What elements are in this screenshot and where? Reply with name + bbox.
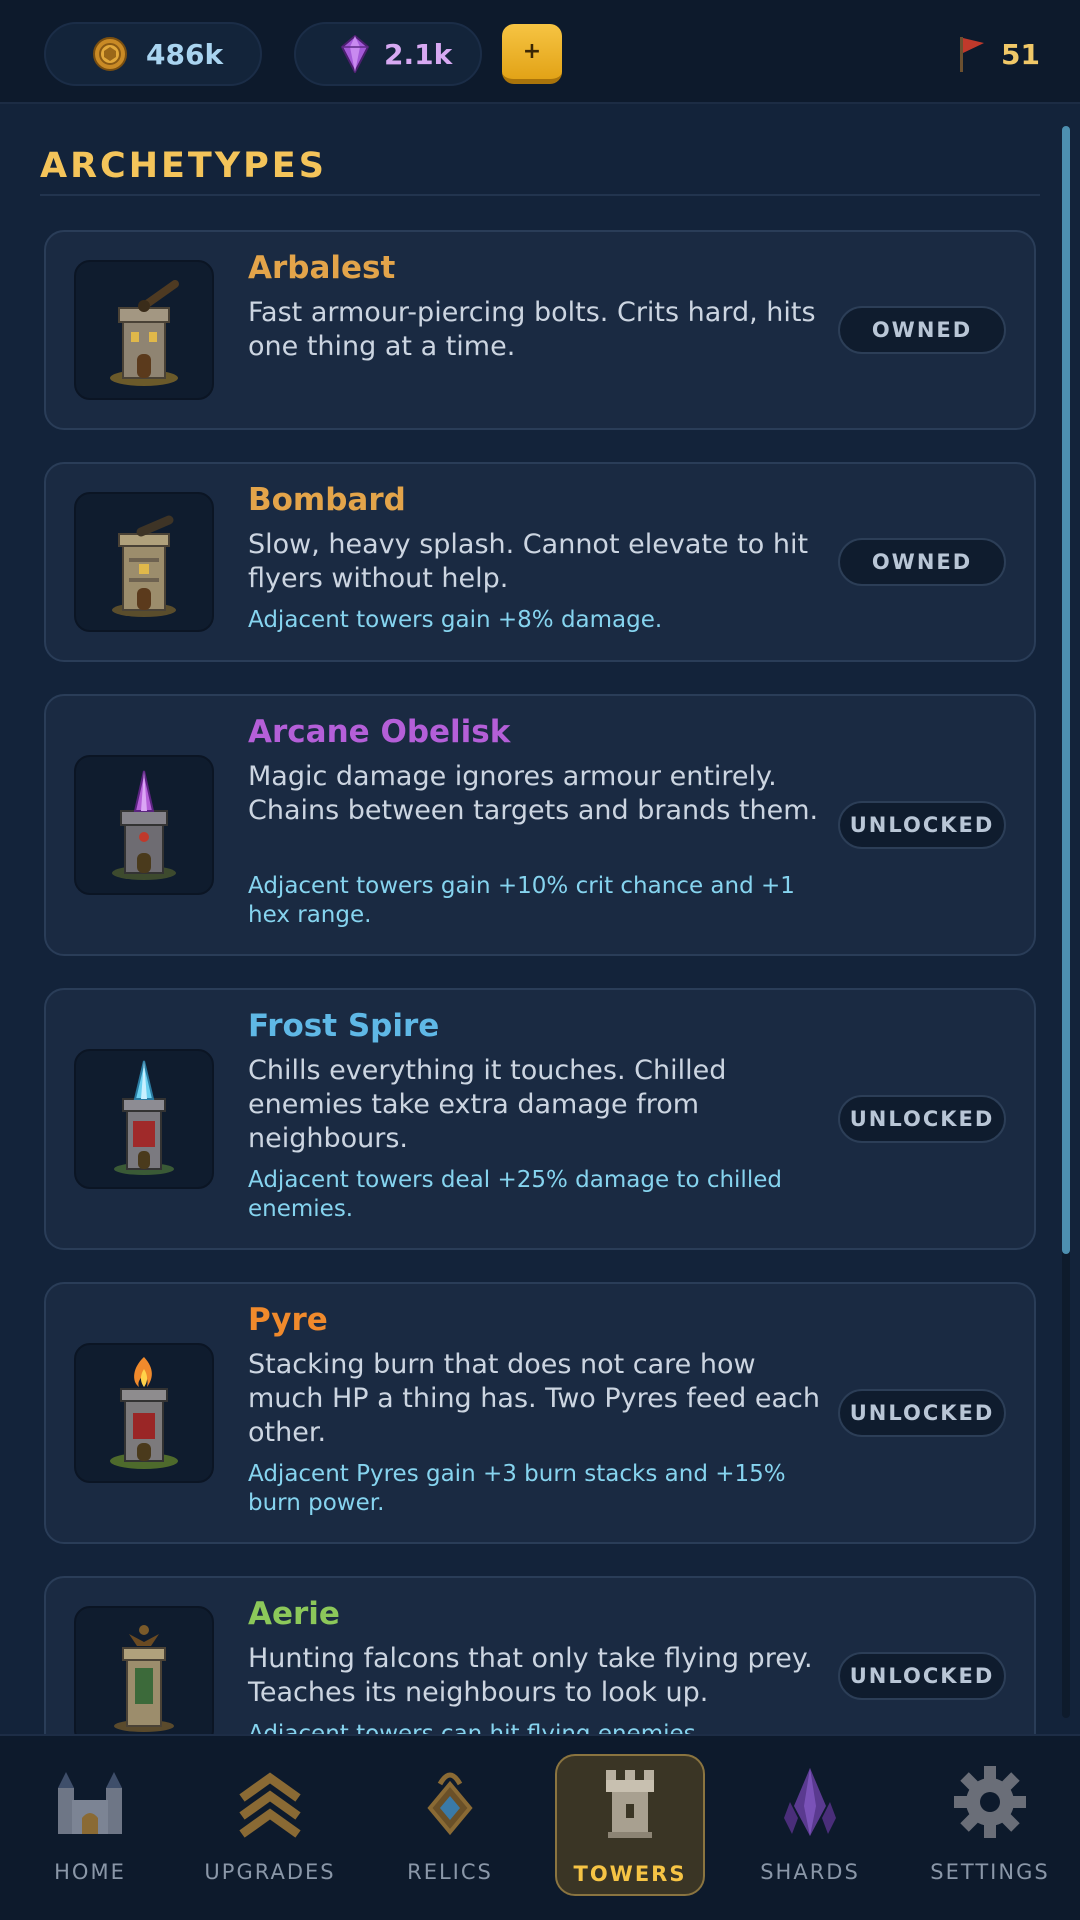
tower-bonus: Adjacent towers can hit flying enemies. bbox=[248, 1721, 703, 1734]
status-badge[interactable]: OWNED bbox=[838, 306, 1006, 354]
tower-bonus: Adjacent Pyres gain +3 burn stacks and +… bbox=[248, 1461, 786, 1516]
coin-icon bbox=[93, 37, 127, 71]
status-badge[interactable]: UNLOCKED bbox=[838, 1389, 1006, 1437]
scrollbar-thumb[interactable] bbox=[1062, 126, 1070, 1254]
tower-description: Slow, heavy splash. Cannot elevate to hi… bbox=[248, 529, 809, 594]
tower-thumbnail bbox=[74, 492, 214, 632]
tower-bonus: Adjacent towers deal +25% damage to chil… bbox=[248, 1167, 782, 1222]
tower-icon bbox=[606, 1770, 654, 1838]
nav-home[interactable]: HOME bbox=[15, 1754, 165, 1896]
nav-upgrades[interactable]: UPGRADES bbox=[195, 1754, 345, 1896]
status-badge[interactable]: UNLOCKED bbox=[838, 1652, 1006, 1700]
nav-relics[interactable]: RELICS bbox=[375, 1754, 525, 1896]
tower-bonus: Adjacent towers gain +8% damage. bbox=[248, 607, 663, 633]
tower-card-frost-spire[interactable]: Frost Spire Chills everything it touches… bbox=[44, 988, 1036, 1250]
wave-value: 51 bbox=[1001, 37, 1040, 71]
gems-value: 2.1k bbox=[384, 37, 453, 71]
status-badge[interactable]: OWNED bbox=[838, 538, 1006, 586]
tower-name: Aerie bbox=[248, 1596, 340, 1632]
tower-thumbnail bbox=[74, 1049, 214, 1189]
tower-card-bombard[interactable]: Bombard Slow, heavy splash. Cannot eleva… bbox=[44, 462, 1036, 662]
bombard-tower-icon bbox=[112, 515, 176, 617]
tower-bonus: Adjacent towers gain +10% crit chance an… bbox=[248, 873, 795, 928]
castle-icon bbox=[58, 1772, 122, 1834]
bottom-navigation: HOME UPGRADES RELICS TOWERS SHARDS SETTI… bbox=[0, 1734, 1080, 1920]
tower-name: Pyre bbox=[248, 1302, 328, 1338]
arbalest-tower-icon bbox=[110, 280, 179, 386]
scrollbar[interactable] bbox=[1062, 126, 1070, 1718]
add-currency-button[interactable]: + bbox=[502, 24, 562, 84]
wave-counter: 51 bbox=[957, 30, 1040, 78]
tower-thumbnail bbox=[74, 1606, 214, 1734]
nav-label: TOWERS bbox=[573, 1862, 687, 1886]
nav-label: UPGRADES bbox=[204, 1860, 336, 1884]
gem-icon bbox=[340, 35, 370, 73]
tower-description: Hunting falcons that only take flying pr… bbox=[248, 1643, 813, 1708]
chevrons-up-icon bbox=[239, 1772, 301, 1838]
pyre-tower-icon bbox=[110, 1357, 178, 1469]
nav-label: HOME bbox=[54, 1860, 126, 1884]
coins-counter[interactable]: 486k bbox=[44, 22, 262, 86]
top-bar: 486k 2.1k + 51 bbox=[0, 0, 1080, 104]
arcane-obelisk-tower-icon bbox=[112, 770, 176, 880]
nav-label: SETTINGS bbox=[930, 1860, 1050, 1884]
gems-counter[interactable]: 2.1k bbox=[294, 22, 482, 86]
tower-name: Frost Spire bbox=[248, 1008, 440, 1044]
tower-description: Magic damage ignores armour entirely. Ch… bbox=[248, 761, 819, 826]
tower-name: Bombard bbox=[248, 482, 406, 518]
tower-card-aerie[interactable]: Aerie Hunting falcons that only take fly… bbox=[44, 1576, 1036, 1734]
frost-spire-tower-icon bbox=[114, 1060, 174, 1175]
gear-icon bbox=[954, 1766, 1026, 1838]
aerie-tower-icon bbox=[114, 1625, 174, 1732]
tower-description: Fast armour-piercing bolts. Crits hard, … bbox=[248, 297, 816, 362]
nav-shards[interactable]: SHARDS bbox=[735, 1754, 885, 1896]
tower-description: Stacking burn that does not care how muc… bbox=[248, 1349, 820, 1448]
tower-card-pyre[interactable]: Pyre Stacking burn that does not care ho… bbox=[44, 1282, 1036, 1544]
tower-name: Arbalest bbox=[248, 250, 396, 286]
nav-label: SHARDS bbox=[760, 1860, 860, 1884]
status-badge[interactable]: UNLOCKED bbox=[838, 1095, 1006, 1143]
tower-description: Chills everything it touches. Chilled en… bbox=[248, 1055, 727, 1154]
section-divider bbox=[40, 194, 1040, 196]
status-badge[interactable]: UNLOCKED bbox=[838, 801, 1006, 849]
tower-thumbnail bbox=[74, 260, 214, 400]
amulet-icon bbox=[427, 1772, 473, 1836]
tower-name: Arcane Obelisk bbox=[248, 714, 511, 750]
nav-towers[interactable]: TOWERS bbox=[555, 1754, 705, 1896]
nav-settings[interactable]: SETTINGS bbox=[915, 1754, 1065, 1896]
tower-thumbnail bbox=[74, 1343, 214, 1483]
nav-label: RELICS bbox=[407, 1860, 493, 1884]
section-title: ARCHETYPES bbox=[40, 146, 327, 186]
crystal-icon bbox=[784, 1768, 836, 1836]
tower-card-arbalest[interactable]: Arbalest Fast armour-piercing bolts. Cri… bbox=[44, 230, 1036, 430]
tower-card-arcane-obelisk[interactable]: Arcane Obelisk Magic damage ignores armo… bbox=[44, 694, 1036, 956]
flag-icon bbox=[960, 37, 985, 72]
archetypes-panel[interactable]: ARCHETYPES Arbalest Fast armour-piercing… bbox=[0, 106, 1080, 1734]
coins-value: 486k bbox=[146, 37, 224, 71]
tower-thumbnail bbox=[74, 755, 214, 895]
